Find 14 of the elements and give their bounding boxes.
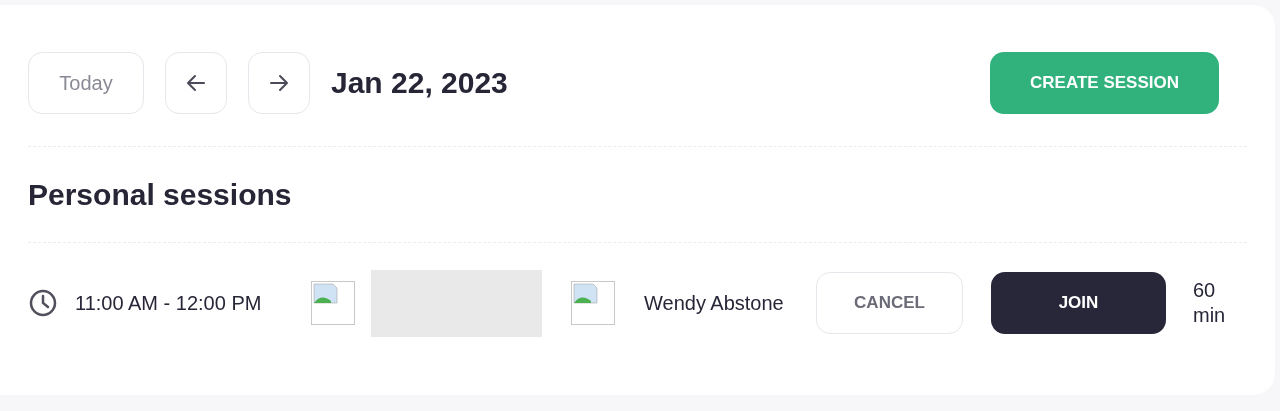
- current-date: Jan 22, 2023: [331, 66, 508, 100]
- session-duration: 60 min: [1193, 278, 1227, 328]
- next-button[interactable]: [248, 52, 310, 114]
- cancel-button[interactable]: CANCEL: [816, 272, 963, 334]
- broken-image-icon: [311, 281, 355, 325]
- join-button[interactable]: JOIN: [991, 272, 1166, 334]
- today-button[interactable]: Today: [28, 52, 144, 114]
- create-session-button[interactable]: CREATE SESSION: [990, 52, 1219, 114]
- section-title: Personal sessions: [28, 176, 293, 213]
- previous-button[interactable]: [165, 52, 227, 114]
- session-time: 11:00 AM - 12:00 PM: [75, 291, 263, 315]
- broken-image-icon: [571, 281, 615, 325]
- participant-name: Wendy Abstone: [644, 290, 785, 316]
- clock-icon: [28, 288, 58, 318]
